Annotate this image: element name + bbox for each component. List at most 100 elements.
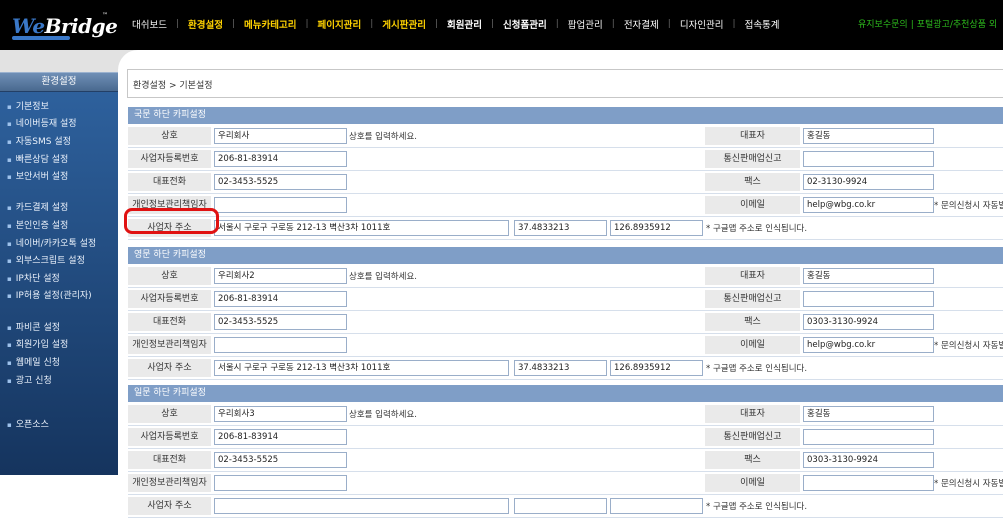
input-email[interactable]: help@wbg.co.kr: [803, 197, 934, 213]
main-content: 환경설정 > 기본설정 국문 하단 카피설정 상호 우리회사 상호를 입력하세요. 대표…: [118, 50, 1003, 518]
latitude-input[interactable]: [514, 498, 607, 514]
breadcrumb: 환경설정 > 기본설정: [133, 81, 213, 91]
input-company[interactable]: 우리회사2: [214, 268, 347, 284]
sidebar-item-6[interactable]: 본인인증 설정: [7, 218, 69, 231]
address-input[interactable]: [214, 498, 509, 514]
sidebar-item-0[interactable]: 기본정보: [7, 99, 49, 112]
form-row: 개인정보관리책임자 이메일 * 문의신청시 자동발송: [128, 473, 1003, 495]
hint-company: 상호를 입력하세요.: [349, 272, 417, 282]
sidebar-title: 환경설정: [0, 72, 118, 92]
form-row: 상호 우리회사2 상호를 입력하세요. 대표자 홍길동: [128, 266, 1003, 288]
form-row: 사업자등록번호 206-81-83914 통신판매업신고: [128, 149, 1003, 171]
field-label-company: 상호: [128, 405, 211, 423]
input-email[interactable]: help@wbg.co.kr: [803, 337, 934, 353]
sidebar-item-7[interactable]: 네이버/카카오톡 설정: [7, 236, 96, 249]
top-header: WeBridge ™ 대쉬보드 | 환경설정 | 메뉴카테고리 | 페이지관리 | 게시판관리 |…: [0, 0, 1003, 50]
nav-item-0[interactable]: 대쉬보드: [123, 17, 176, 31]
sidebar-item-13[interactable]: 웹메일 신청: [7, 355, 60, 368]
input-fax[interactable]: 02-3130-9924: [803, 174, 934, 190]
sidebar-item-11[interactable]: 파비콘 설정: [7, 320, 60, 333]
input-privacy[interactable]: [214, 197, 347, 213]
input-company[interactable]: 우리회사: [214, 128, 347, 144]
input-mailorder[interactable]: [803, 291, 934, 307]
hint-company: 상호를 입력하세요.: [349, 410, 417, 420]
form-row: 개인정보관리책임자이메일help@wbg.co.kr* 문의신청시 자동발송: [128, 195, 1003, 217]
form-row: 사업자 주소 * 구글맵 주소로 인식됩니다.: [128, 496, 1003, 518]
logo-we: We: [12, 14, 45, 38]
input-phone[interactable]: 02-3453-5525: [214, 174, 347, 190]
address-input[interactable]: 서울시 구로구 구로동 212-13 벽산3차 1011호: [214, 220, 509, 236]
nav-item-9[interactable]: 디자인관리: [671, 17, 733, 31]
form-row: 사업자등록번호 206-81-83914 통신판매업신고: [128, 427, 1003, 449]
input-mailorder[interactable]: [803, 429, 934, 445]
input-ceo[interactable]: 홍길동: [803, 128, 934, 144]
field-label-bizno: 사업자등록번호: [128, 290, 211, 308]
longitude-input[interactable]: 126.8935912: [610, 360, 703, 376]
section-title-1: 영문 하단 카피설정: [128, 247, 1003, 264]
sidebar-item-9[interactable]: IP차단 설정: [7, 271, 60, 284]
hint-email: * 문의신청시 자동발송: [934, 479, 1003, 489]
input-email[interactable]: [803, 475, 934, 491]
hint-company: 상호를 입력하세요.: [349, 132, 417, 142]
latitude-input[interactable]: 37.4833213: [514, 360, 607, 376]
nav-item-6[interactable]: 신청폼관리: [494, 17, 556, 31]
input-bizno[interactable]: 206-81-83914: [214, 429, 347, 445]
input-bizno[interactable]: 206-81-83914: [214, 151, 347, 167]
nav-item-8[interactable]: 전자결제: [615, 17, 668, 31]
form-row: 대표전화 02-3453-5525 팩스 0303-3130-9924: [128, 312, 1003, 334]
field-label-bizno: 사업자등록번호: [128, 150, 211, 168]
input-bizno[interactable]: 206-81-83914: [214, 291, 347, 307]
sidebar-item-5[interactable]: 카드결제 설정: [7, 200, 69, 213]
portal-ads-link[interactable]: 포털광고/추천상품 외: [917, 20, 997, 30]
input-privacy[interactable]: [214, 337, 347, 353]
input-fax[interactable]: 0303-3130-9924: [803, 452, 934, 468]
address-input[interactable]: 서울시 구로구 구로동 212-13 벽산3차 1011호: [214, 360, 509, 376]
hint-email: * 문의신청시 자동발송: [934, 341, 1003, 351]
nav-item-5[interactable]: 회원관리: [438, 17, 491, 31]
input-company[interactable]: 우리회사3: [214, 406, 347, 422]
input-privacy[interactable]: [214, 475, 347, 491]
input-mailorder[interactable]: [803, 151, 934, 167]
field-label-address: 사업자 주소: [128, 359, 211, 377]
nav-item-4[interactable]: 게시판관리: [373, 17, 435, 31]
field-label-fax: 팩스: [705, 313, 800, 331]
sidebar-item-12[interactable]: 회원가입 설정: [7, 337, 69, 350]
sidebar-item-15[interactable]: 오픈소스: [7, 417, 49, 430]
field-label-privacy: 개인정보관리책임자: [128, 336, 211, 354]
sidebar-item-3[interactable]: 빠른상담 설정: [7, 152, 69, 165]
nav-item-10[interactable]: 접속통계: [736, 17, 789, 31]
latitude-input[interactable]: 37.4833213: [514, 220, 607, 236]
highlight-annotation: [124, 208, 219, 234]
field-label-phone: 대표전화: [128, 451, 211, 469]
nav-item-2[interactable]: 메뉴카테고리: [235, 17, 305, 31]
form-row: 상호 우리회사 상호를 입력하세요. 대표자 홍길동: [128, 126, 1003, 148]
sidebar-item-4[interactable]: 보안서버 설정: [7, 169, 69, 182]
field-label-phone: 대표전화: [128, 173, 211, 191]
input-ceo[interactable]: 홍길동: [803, 406, 934, 422]
form-row: 대표전화 02-3453-5525 팩스 02-3130-9924: [128, 172, 1003, 194]
longitude-input[interactable]: 126.8935912: [610, 220, 703, 236]
nav-item-1[interactable]: 환경설정: [179, 17, 232, 31]
field-label-phone: 대표전화: [128, 313, 211, 331]
sidebar-item-2[interactable]: 자동SMS 설정: [7, 134, 71, 147]
nav-item-7[interactable]: 팝업관리: [559, 17, 612, 31]
input-ceo[interactable]: 홍길동: [803, 268, 934, 284]
field-label-mailorder: 통신판매업신고: [705, 428, 800, 446]
address-hint: * 구글맵 주소로 인식됩니다.: [706, 364, 808, 374]
breadcrumb-bar: 환경설정 > 기본설정: [127, 69, 1003, 98]
maintenance-link[interactable]: 유지보수문의: [858, 20, 908, 30]
input-fax[interactable]: 0303-3130-9924: [803, 314, 934, 330]
field-label-mailorder: 통신판매업신고: [705, 150, 800, 168]
input-phone[interactable]: 02-3453-5525: [214, 452, 347, 468]
sidebar-item-14[interactable]: 광고 신청: [7, 373, 52, 386]
hint-email: * 문의신청시 자동발송: [934, 201, 1003, 211]
input-phone[interactable]: 02-3453-5525: [214, 314, 347, 330]
sidebar-item-8[interactable]: 외부스크립트 설정: [7, 253, 85, 266]
nav-item-3[interactable]: 페이지관리: [309, 17, 371, 31]
logo-swoosh-icon: [12, 36, 70, 40]
sidebar-item-10[interactable]: IP허용 설정(관리자): [7, 288, 92, 301]
webbridge-logo[interactable]: WeBridge ™: [12, 12, 118, 42]
field-label-email: 이메일: [705, 196, 800, 214]
sidebar-item-1[interactable]: 네이버등재 설정: [7, 116, 77, 129]
longitude-input[interactable]: [610, 498, 703, 514]
